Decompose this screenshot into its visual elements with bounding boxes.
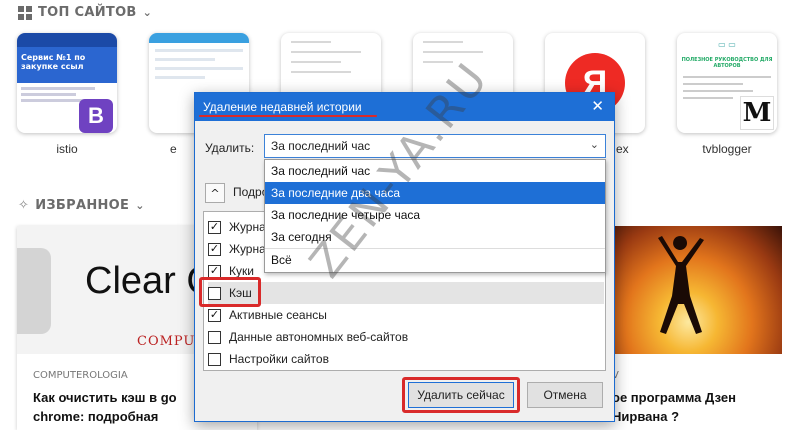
checkbox-checked[interactable]: ✓ [208, 308, 221, 322]
checkbox-row[interactable]: ✓ Активные сеансы [208, 304, 604, 326]
dropdown-option-all[interactable]: Всё [265, 248, 605, 270]
cache-highlight-annotation [199, 277, 261, 307]
dialog-title: Удаление недавней истории [203, 100, 362, 114]
checkbox-label: Активные сеансы [229, 308, 327, 322]
card-source: COMPUTEROLOGIA [33, 370, 128, 381]
checkbox-unchecked[interactable] [208, 330, 221, 344]
dialog-title-bar: Удаление недавней истории ✕ [195, 93, 614, 121]
dropdown-option-four-hours[interactable]: За последние четыре часа [265, 204, 605, 226]
close-icon[interactable]: ✕ [591, 97, 604, 115]
bootstrap-logo-icon: B [79, 99, 113, 133]
checkbox-checked[interactable]: ✓ [208, 242, 221, 256]
grid-icon [18, 5, 32, 20]
favorites-heading: ИЗБРАННОЕ [35, 198, 130, 213]
checkbox-label: Журна [229, 242, 266, 256]
checkbox-label: Журна [229, 220, 266, 234]
dropdown-option-two-hours[interactable]: За последние два часа [265, 182, 605, 204]
dropdown-option-last-hour[interactable]: За последний час [265, 160, 605, 182]
checkbox-row-cache[interactable]: Кэш [208, 282, 604, 304]
cancel-button[interactable]: Отмена [527, 382, 603, 408]
checkbox-unchecked[interactable] [208, 352, 221, 366]
tvblogger-logo-icon: M [740, 96, 774, 130]
top-site-label: istio [56, 142, 78, 156]
card-title: ое программа Дзен Нирвана ? [612, 390, 736, 424]
tile-thumb-text: ПОЛЕЗНОЕ РУКОВОДСТВО ДЛЯ АВТОРОВ [681, 57, 773, 69]
checkbox-row[interactable]: Данные автономных веб-сайтов [208, 326, 604, 348]
top-sites-heading: ТОП САЙТОВ [38, 5, 137, 20]
chevron-down-icon: ⌄ [142, 6, 153, 19]
top-site-label: ex [616, 142, 629, 156]
checkbox-label: Данные автономных веб-сайтов [229, 330, 409, 344]
card-title: Как очистить кэш в go chrome: подробная [33, 390, 177, 424]
checkbox-checked[interactable]: ✓ [208, 264, 221, 278]
time-range-select[interactable]: За последний час ⌄ [264, 134, 606, 158]
jumping-person-icon [658, 236, 704, 334]
time-range-value: За последний час [271, 139, 371, 153]
details-toggle-button[interactable]: ^ [205, 183, 225, 203]
checkbox-checked[interactable]: ✓ [208, 220, 221, 234]
delete-range-label: Удалить: [205, 141, 255, 155]
checkbox-label: Куки [229, 264, 254, 278]
checkbox-label: Настройки сайтов [229, 352, 329, 366]
chevron-down-icon: ⌄ [589, 139, 599, 151]
clear-history-dialog: Удаление недавней истории ✕ Удалить: За … [194, 92, 615, 422]
dropdown-option-today[interactable]: За сегодня [265, 226, 605, 248]
sparkle-icon: ✧ [18, 198, 30, 213]
favorites-header[interactable]: ✧ ИЗБРАННОЕ ⌄ [18, 198, 145, 213]
top-site-label: tvblogger [702, 142, 752, 156]
tile-thumb-text: Сервис №1 по закупке ссыл [17, 47, 117, 83]
title-underline-annotation [199, 115, 377, 117]
top-sites-header[interactable]: ТОП САЙТОВ ⌄ [18, 5, 152, 20]
favorite-card-3[interactable]: V ое программа Дзен Нирвана ? [612, 226, 782, 430]
card-image [612, 226, 782, 354]
checkbox-row[interactable]: Настройки сайтов [208, 348, 604, 370]
delete-now-button[interactable]: Удалить сейчас [408, 382, 514, 408]
chevron-down-icon: ⌄ [135, 199, 145, 212]
time-range-dropdown: За последний час За последние два часа З… [264, 159, 606, 273]
